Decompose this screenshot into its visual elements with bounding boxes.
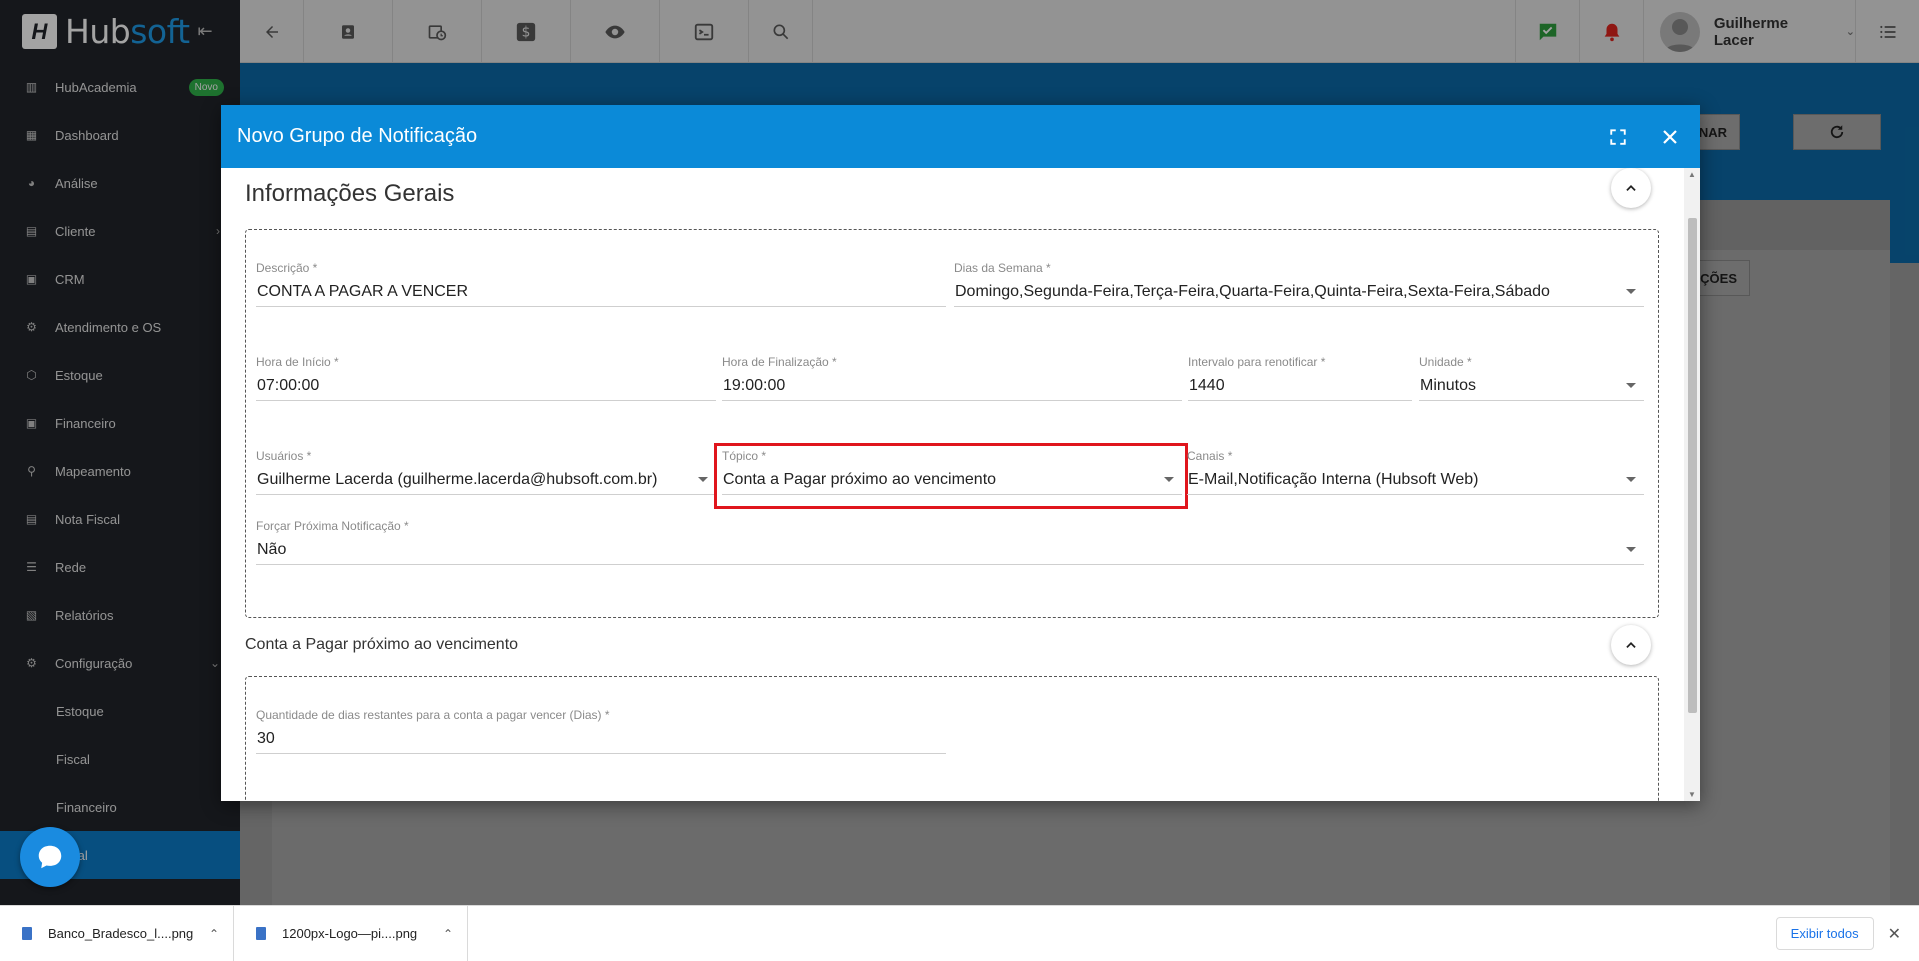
scroll-up-icon[interactable]: ▲ (1688, 170, 1696, 179)
scroll-thumb[interactable] (1688, 218, 1697, 713)
topic-select[interactable]: Tópico * Conta a Pagar próximo ao vencim… (722, 449, 1182, 495)
force-next-notification-select[interactable]: Forçar Próxima Notificação * Não (256, 519, 1644, 565)
download-item[interactable]: Banco_Bradesco_l....png ⌃ (0, 905, 234, 961)
new-notification-group-dialog: Novo Grupo de Notificação Informações Ge… (221, 105, 1700, 801)
chevron-up-icon (1626, 642, 1636, 648)
dropdown-arrow-icon (698, 477, 708, 482)
dropdown-arrow-icon (1626, 477, 1636, 482)
dialog-scrollbar[interactable]: ▲ ▼ (1684, 168, 1700, 801)
dropdown-arrow-icon (1626, 547, 1636, 552)
channels-select[interactable]: Canais * E-Mail,Notificação Interna (Hub… (1187, 449, 1644, 495)
dropdown-arrow-icon (1626, 289, 1636, 294)
users-select[interactable]: Usuários * Guilherme Lacerda (guilherme.… (256, 449, 716, 495)
file-icon (22, 927, 32, 940)
show-all-downloads-button[interactable]: Exibir todos (1775, 917, 1874, 950)
dropdown-arrow-icon (1164, 477, 1174, 482)
renotify-interval-input[interactable]: 1440 (1188, 371, 1412, 401)
collapse-general-button[interactable] (1611, 168, 1651, 208)
unit-select[interactable]: Unidade * Minutos (1419, 355, 1644, 401)
description-input[interactable]: CONTA A PAGAR A VENCER (256, 277, 946, 307)
end-time-input[interactable]: 19:00:00 (722, 371, 1182, 401)
start-time-field[interactable]: Hora de Início * 07:00:00 (256, 355, 716, 401)
download-item[interactable]: 1200px-Logo—pi....png ⌃ (234, 905, 468, 961)
days-remaining-input[interactable]: 30 (256, 724, 946, 754)
fullscreen-icon (1610, 128, 1626, 145)
days-remaining-field[interactable]: Quantidade de dias restantes para a cont… (256, 708, 946, 754)
downloads-bar: Banco_Bradesco_l....png ⌃ 1200px-Logo—pi… (0, 905, 1919, 961)
dialog-header: Novo Grupo de Notificação (221, 105, 1700, 168)
weekdays-select[interactable]: Dias da Semana * Domingo,Segunda-Feira,T… (954, 261, 1644, 307)
description-field[interactable]: Descrição * CONTA A PAGAR A VENCER (256, 261, 946, 307)
end-time-field[interactable]: Hora de Finalização * 19:00:00 (722, 355, 1182, 401)
collapse-topic-button[interactable] (1611, 625, 1651, 665)
close-icon (1663, 129, 1677, 144)
close-button[interactable] (1648, 115, 1692, 159)
start-time-input[interactable]: 07:00:00 (256, 371, 716, 401)
dialog-title: Novo Grupo de Notificação (237, 125, 478, 147)
dropdown-arrow-icon (1626, 383, 1636, 388)
close-icon[interactable]: ✕ (1888, 924, 1901, 944)
section-title-topic: Conta a Pagar próximo ao vencimento (245, 636, 519, 653)
chevron-up-icon (1626, 185, 1636, 191)
dialog-body: Informações Gerais Descrição * CONTA A P… (221, 168, 1684, 801)
scroll-down-icon[interactable]: ▼ (1688, 790, 1696, 799)
chat-bubble-icon (38, 845, 62, 869)
fullscreen-button[interactable] (1596, 115, 1640, 159)
chat-button[interactable] (20, 827, 80, 887)
file-icon (256, 927, 266, 940)
chevron-up-icon[interactable]: ⌃ (209, 927, 219, 941)
section-title-general: Informações Gerais (245, 180, 455, 207)
chevron-up-icon[interactable]: ⌃ (443, 927, 453, 941)
renotify-interval-field[interactable]: Intervalo para renotificar * 1440 (1188, 355, 1412, 401)
